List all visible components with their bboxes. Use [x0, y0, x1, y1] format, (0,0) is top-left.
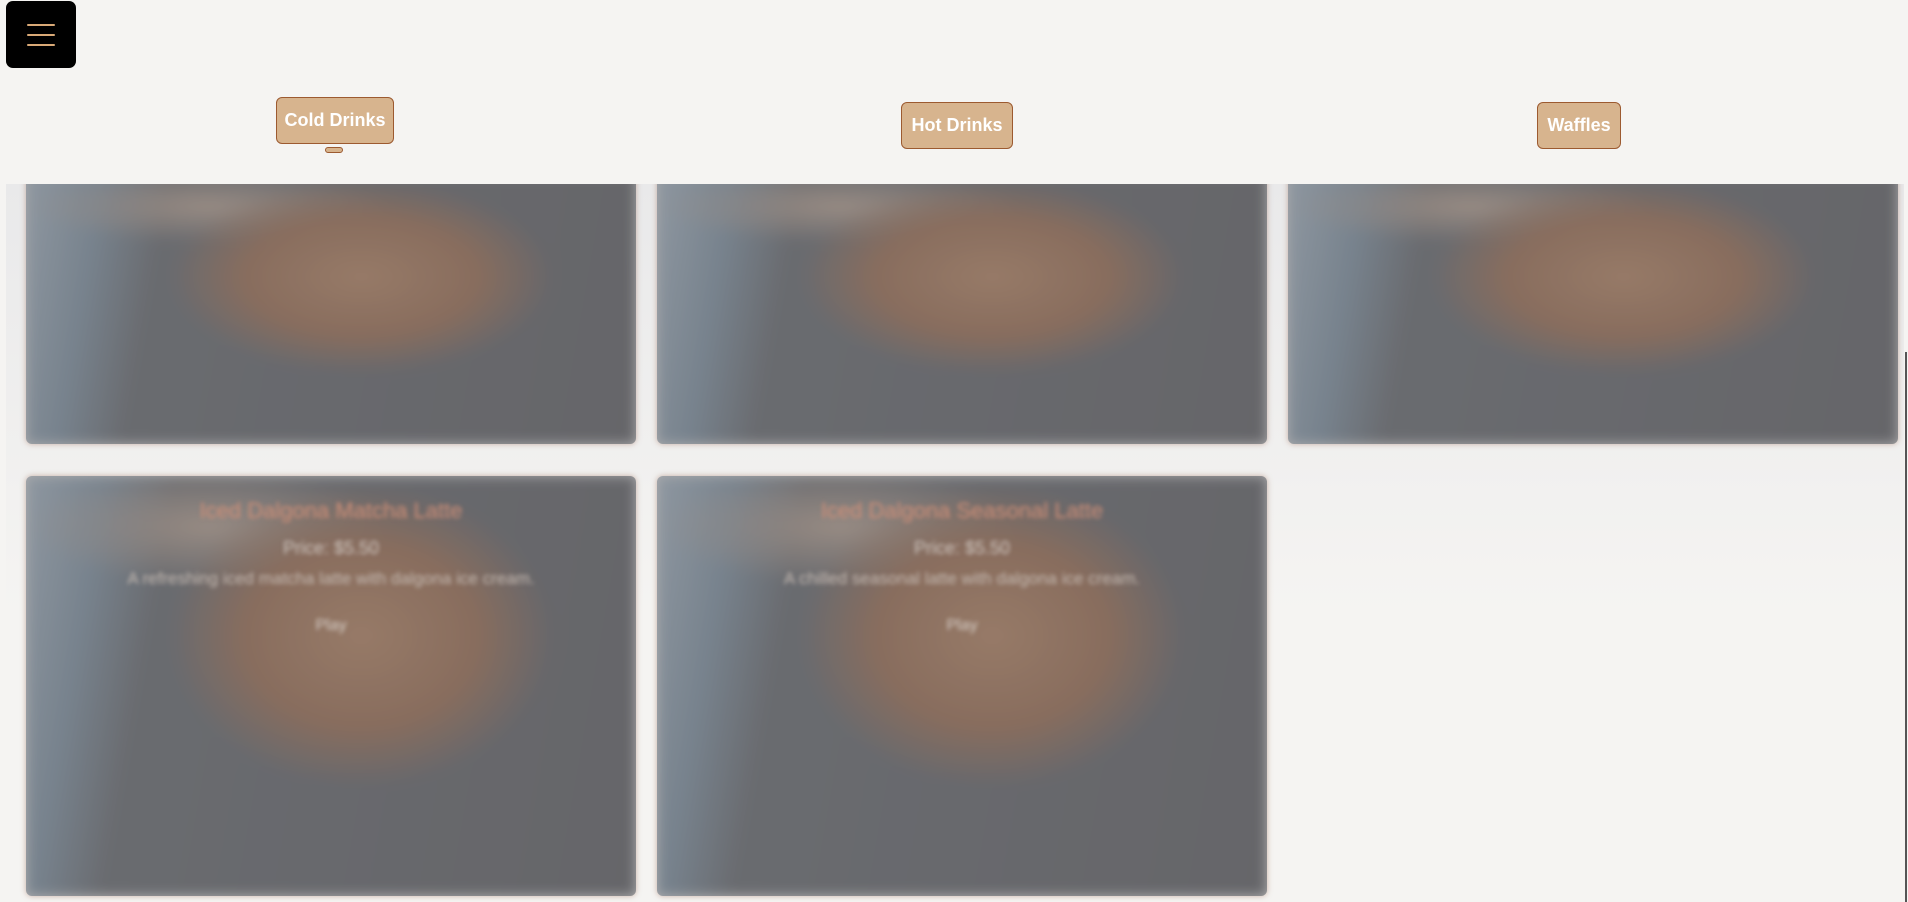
play-button[interactable]: Play [26, 617, 636, 635]
product-title: Iced Dalgona Seasonal Latte [820, 498, 1104, 523]
product-price: Price: $5.50 [913, 538, 1011, 558]
product-card[interactable] [26, 184, 636, 444]
tab-waffles[interactable]: Waffles [1537, 102, 1621, 149]
product-description: A refreshing iced matcha latte with dalg… [127, 569, 535, 588]
menu-button[interactable] [6, 1, 76, 68]
play-button[interactable]: Play [657, 617, 1267, 635]
product-card[interactable]: Iced Dalgona Matcha Latte Price: $5.50 A… [26, 476, 636, 896]
product-card[interactable] [657, 184, 1267, 444]
product-card[interactable]: Iced Dalgona Seasonal Latte Price: $5.50… [657, 476, 1267, 896]
product-price: Price: $5.50 [282, 538, 380, 558]
tab-cold-drinks[interactable]: Cold Drinks [276, 97, 394, 144]
product-title: Iced Dalgona Matcha Latte [199, 498, 463, 523]
tab-hot-drinks[interactable]: Hot Drinks [901, 102, 1013, 149]
hamburger-menu-icon [27, 23, 55, 26]
product-card[interactable] [1288, 184, 1898, 444]
active-tab-indicator [325, 147, 343, 153]
product-description: A chilled seasonal latte with dalgona ic… [783, 569, 1141, 588]
scrollbar-thumb[interactable] [1905, 352, 1907, 902]
product-grid: Iced Dalgona Matcha Latte Price: $5.50 A… [6, 184, 1904, 902]
